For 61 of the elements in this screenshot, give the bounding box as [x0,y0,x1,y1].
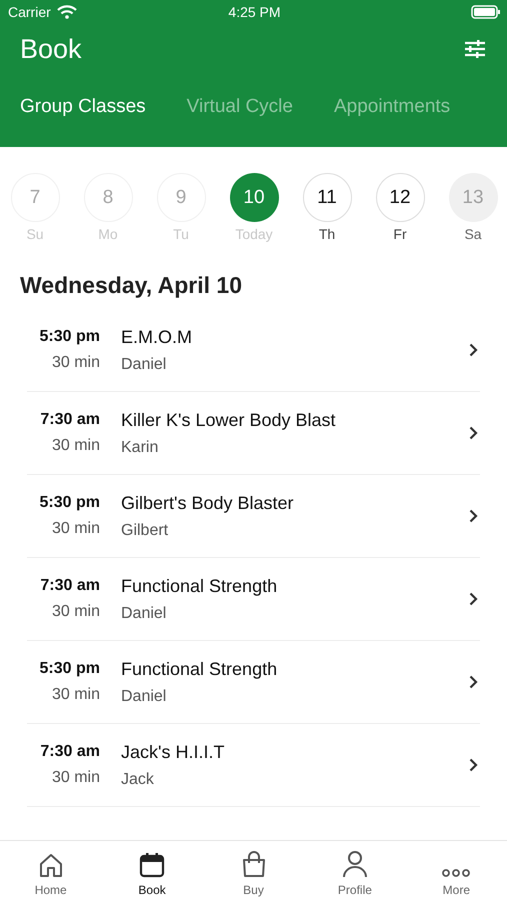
instructor-name: Daniel [121,688,168,706]
nav-tab[interactable]: Book [101,841,203,900]
day-button[interactable]: 12 [376,173,424,222]
class-time: 5:30 pm [40,660,100,678]
class-row[interactable]: 5:30 pm 30 min Gilbert's Body Blaster Gilbert [27,475,480,558]
class-time: 7:30 am [40,743,100,761]
nav-tab[interactable]: Buy [202,841,304,900]
weekday-label: Fr [393,226,407,242]
category-tab[interactable]: Group Classes [0,88,166,126]
sliders-icon [464,39,486,59]
home-icon [38,852,64,878]
wifi-icon [56,5,77,19]
carrier-label: Carrier [8,4,51,20]
class-name: Killer K's Lower Body Blast [121,410,337,430]
class-name: Jack's H.I.I.T [121,742,226,762]
chevron-icon [469,758,478,772]
class-time: 5:30 pm [40,328,100,346]
instructor-name: Jack [121,770,155,788]
class-time: 5:30 pm [40,494,100,512]
chevron-icon [469,592,478,606]
class-name: Functional Strength [121,658,278,680]
instructor-name: Daniel [121,604,168,622]
weekday-label: Th [318,226,336,242]
class-name: Functional Strength [121,576,278,596]
date-heading: Wednesday, April 10 [19,271,243,300]
filter-button[interactable] [464,39,486,59]
shopping-bag-icon [240,850,267,878]
class-duration: 30 min [52,520,100,538]
nav-tab[interactable]: Profile [304,841,406,900]
day-button[interactable]: 10 [230,173,278,222]
nav-tab[interactable]: Home [0,841,102,900]
class-name: Gilbert's Body Blaster [121,492,295,514]
class-duration: 30 min [52,437,100,455]
class-name: E.M.O.M [121,326,193,348]
chevron-icon [469,343,478,357]
class-duration: 30 min [52,769,100,787]
chevron-icon [469,426,478,440]
chevron-icon [469,675,478,689]
class-duration: 30 min [52,354,100,372]
nav-tab[interactable]: More [406,841,507,900]
class-row[interactable]: 7:30 am 30 min Killer K's Lower Body Blast Karin [27,392,480,475]
class-row[interactable]: 7:30 am 30 min Functional Strength Daniel [27,558,480,641]
day-button[interactable]: 11 [302,173,352,222]
more-icon [442,868,470,878]
chevron-icon [469,509,478,523]
clock-time: 4:25 PM [227,4,282,20]
person-icon [342,850,368,878]
class-duration: 30 min [52,603,100,621]
weekday-label: Sa [464,226,482,242]
class-time: 7:30 am [40,577,100,595]
class-row[interactable]: 5:30 pm 30 min Functional Strength Daniel [27,641,480,724]
class-row[interactable]: 5:30 pm 30 min E.M.O.M Daniel [27,309,480,392]
page-title: Book [20,34,82,64]
battery-icon [470,5,501,19]
class-duration: 30 min [52,686,100,704]
instructor-name: Daniel [121,356,168,374]
class-row[interactable]: 7:30 am 30 min Jack's H.I.I.T Jack [27,724,480,807]
instructor-name: Gilbert [121,522,170,540]
calendar-icon [139,852,166,878]
class-time: 7:30 am [40,411,100,429]
instructor-name: Karin [121,438,160,456]
